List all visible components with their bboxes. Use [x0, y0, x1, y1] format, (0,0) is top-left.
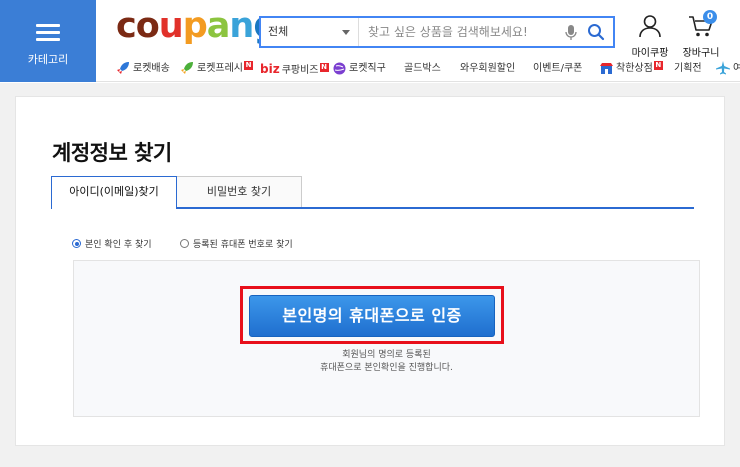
- new-badge: N: [653, 61, 663, 70]
- mycoupang-label: 마이쿠팡: [631, 48, 669, 59]
- nav-item-label: 와우회원할인: [460, 63, 516, 74]
- logo-letter: a: [206, 6, 231, 46]
- site-header: 카테고리 coupang 전체 마이쿠팡 0 장바구: [0, 0, 740, 82]
- verify-description-line1: 회원님의 명의로 등록된: [342, 350, 431, 360]
- verify-description-line2: 휴대폰으로 본인확인을 진행합니다.: [320, 363, 453, 373]
- category-nav: 로켓배송 로켓프레시 N biz 쿠팡비즈 N 로켓직구 골드박스 와우회원할인 이벤…: [114, 59, 740, 79]
- nav-item-label: 기획전: [674, 63, 702, 74]
- nav-item-rocket-delivery[interactable]: 로켓배송: [116, 59, 170, 79]
- hamburger-icon: [36, 24, 60, 42]
- category-menu-button[interactable]: 카테고리: [0, 0, 96, 82]
- find-account-tabs: 아이디(이메일)찾기 비밀번호 찾기: [51, 176, 694, 209]
- logo-letter: n: [229, 6, 254, 46]
- new-badge: N: [319, 63, 329, 72]
- search-category-select[interactable]: 전체: [261, 18, 359, 46]
- search-category-value: 전체: [268, 25, 289, 38]
- search-icon[interactable]: [587, 23, 605, 41]
- green-rocket-icon: [181, 62, 193, 74]
- cart-button[interactable]: 0 장바구니: [678, 10, 724, 59]
- search-bar: 전체: [259, 16, 615, 48]
- nav-item-rocket-direct[interactable]: 로켓직구: [333, 59, 386, 79]
- mycoupang-button[interactable]: 마이쿠팡: [630, 14, 670, 59]
- phone-verify-button[interactable]: 본인명의 휴대폰으로 인증: [249, 295, 495, 337]
- nav-item-label: 쿠팡비즈: [281, 65, 319, 76]
- nav-item-label: 이벤트/쿠폰: [533, 63, 583, 74]
- logo-letter: o: [135, 6, 160, 46]
- radio-unchecked-icon: [180, 239, 189, 248]
- radio-label: 등록된 휴대폰 번호로 찾기: [193, 240, 293, 250]
- radio-checked-icon: [72, 239, 81, 248]
- nav-item-label: 로켓배송: [133, 63, 170, 74]
- nav-item-label: 골드박스: [404, 63, 441, 74]
- cart-label: 장바구니: [682, 48, 720, 59]
- tab-find-password[interactable]: 비밀번호 찾기: [177, 176, 302, 207]
- page-title: 계정정보 찾기: [52, 141, 172, 165]
- chevron-down-icon: [342, 30, 350, 35]
- category-label: 카테고리: [27, 53, 69, 66]
- coupang-logo[interactable]: coupang: [116, 6, 278, 46]
- rocket-icon: [117, 62, 129, 74]
- plane-icon: [716, 61, 730, 75]
- logo-letter: c: [116, 6, 137, 46]
- new-badge: N: [244, 61, 253, 70]
- cart-count-badge: 0: [703, 10, 717, 24]
- radio-registered-phone[interactable]: 등록된 휴대폰 번호로 찾기: [180, 238, 293, 252]
- logo-letter: u: [158, 6, 184, 46]
- nav-item-label: 여: [733, 63, 740, 74]
- nav-item-coupang-biz[interactable]: biz 쿠팡비즈 N: [260, 59, 329, 79]
- nav-item-rocket-fresh[interactable]: 로켓프레시 N: [180, 59, 253, 79]
- biz-logo: biz: [260, 62, 280, 76]
- nav-item-label: 로켓직구: [349, 63, 386, 74]
- user-icon: [639, 15, 661, 38]
- radio-label: 본인 확인 후 찾기: [85, 240, 152, 250]
- shop-icon: [600, 62, 613, 74]
- nav-item-goldbox[interactable]: 골드박스: [404, 59, 441, 79]
- nav-item-label: 착한상점: [616, 63, 653, 74]
- nav-item-label: 로켓프레시: [197, 63, 243, 74]
- microphone-icon[interactable]: [565, 25, 577, 41]
- nav-item-good-shop[interactable]: 착한상점 N: [600, 59, 663, 79]
- nav-item-events-coupons[interactable]: 이벤트/쿠폰: [533, 59, 582, 79]
- tab-find-id[interactable]: 아이디(이메일)찾기: [51, 176, 177, 209]
- logo-letter: p: [182, 6, 208, 46]
- radio-identity-verify[interactable]: 본인 확인 후 찾기: [72, 238, 152, 252]
- nav-item-travel[interactable]: 여: [716, 59, 740, 79]
- nav-item-wow-discount[interactable]: 와우회원할인: [460, 59, 515, 79]
- globe-icon: [333, 62, 346, 74]
- search-input[interactable]: [360, 18, 560, 46]
- nav-item-exhibitions[interactable]: 기획전: [674, 59, 702, 79]
